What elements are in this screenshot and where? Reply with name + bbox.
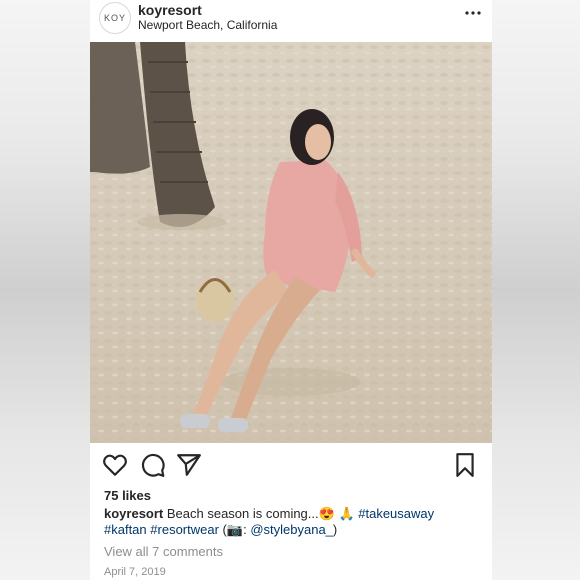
colon: : [243,522,247,537]
post-header: KOY koyresort Newport Beach, California [90,0,492,42]
more-horizontal-icon [465,11,481,15]
location[interactable]: Newport Beach, California [138,18,277,32]
caption-username[interactable]: koyresort [104,506,163,521]
post-date: April 7, 2019 [104,566,166,578]
heart-eyes-emoji: 😍 [318,506,335,521]
view-comments-link[interactable]: View all 7 comments [104,544,223,559]
comment-icon[interactable] [140,452,166,478]
action-bar [90,452,492,480]
more-options-button[interactable] [464,4,482,27]
hashtag-takeusaway[interactable]: #takeusaway [358,506,434,521]
post-photo[interactable] [90,42,492,443]
mention-stylebyana[interactable]: @stylebyana_ [250,522,333,537]
avatar-text: KOY [103,13,126,23]
caption: koyresort Beach season is coming...😍 🙏 #… [104,506,484,538]
username[interactable]: koyresort [138,2,202,18]
caption-text: Beach season is coming... [166,506,319,521]
instagram-post: KOY koyresort Newport Beach, California [90,0,492,580]
praying-hands-emoji: 🙏 [338,506,355,521]
like-count[interactable]: 75 likes [104,488,151,503]
paren-close: ) [332,522,338,537]
heart-icon[interactable] [102,452,128,478]
bookmark-icon[interactable] [452,452,478,478]
avatar[interactable]: KOY [99,2,131,34]
share-icon[interactable] [176,452,202,478]
hashtag-resortwear[interactable]: #resortwear [150,522,219,537]
camera-emoji: 📷 [226,522,244,537]
beach-photo [90,42,492,443]
hashtag-kaftan[interactable]: #kaftan [104,522,147,537]
